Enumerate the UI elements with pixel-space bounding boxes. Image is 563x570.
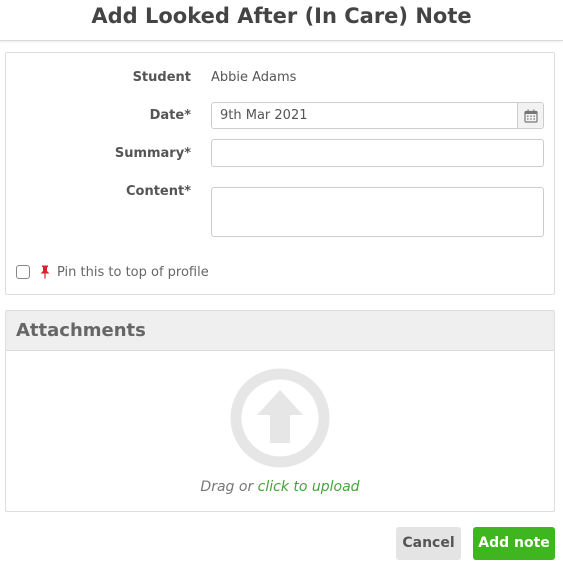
date-label: Date* (149, 108, 191, 123)
pin-checkbox[interactable] (16, 265, 30, 279)
pushpin-icon (39, 265, 51, 279)
content-textarea[interactable] (211, 187, 544, 237)
note-form: Student Abbie Adams Date* 9th Mar 2021 S… (5, 52, 555, 295)
summary-input[interactable] (211, 139, 544, 167)
student-value: Abbie Adams (211, 70, 297, 85)
upload-link[interactable]: click to upload (258, 479, 360, 495)
pin-label: Pin this to top of profile (57, 264, 209, 280)
calendar-icon (523, 109, 538, 123)
add-note-button[interactable]: Add note (473, 527, 555, 560)
date-field[interactable]: 9th Mar 2021 (211, 102, 544, 129)
date-picker-button[interactable] (517, 103, 543, 128)
drag-label: Drag or (200, 479, 258, 495)
modal-title: Add Looked After (In Care) Note (0, 0, 563, 41)
attachments-header: Attachments (6, 311, 554, 351)
attachments-panel: Attachments Drag or click to upload (5, 310, 555, 512)
cancel-button[interactable]: Cancel (396, 527, 461, 560)
upload-arrow-icon[interactable] (230, 368, 330, 468)
date-value: 9th Mar 2021 (220, 108, 308, 123)
pin-option[interactable]: Pin this to top of profile (16, 263, 209, 281)
summary-label: Summary* (114, 146, 191, 161)
upload-dropzone-text: Drag or click to upload (6, 479, 554, 495)
student-label: Student (132, 70, 191, 85)
content-label: Content* (125, 184, 191, 199)
